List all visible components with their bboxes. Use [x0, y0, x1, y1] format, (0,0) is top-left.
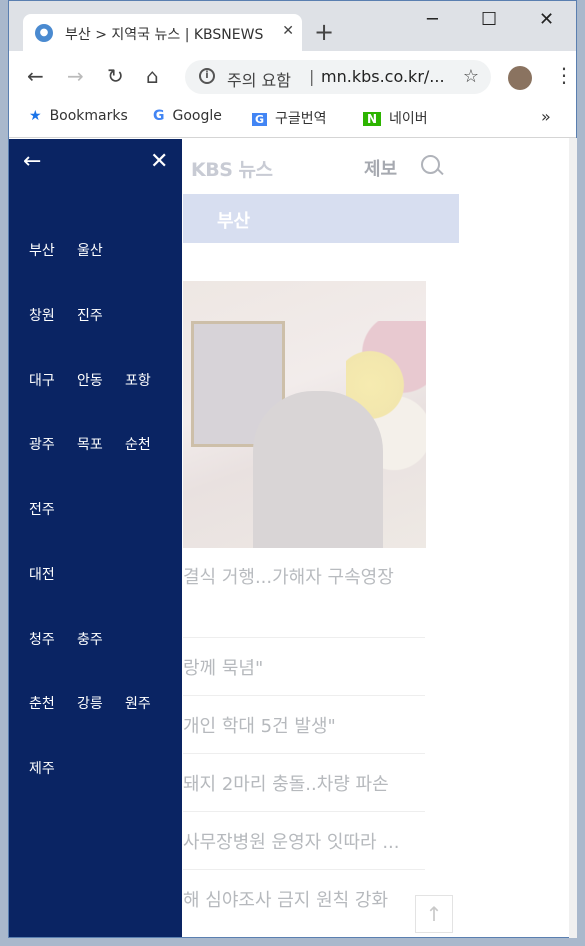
maximize-button[interactable]: ☐	[481, 8, 497, 32]
bookmark-label: 구글번역	[275, 111, 327, 127]
news-list: 랑께 묵념" 개인 학대 5건 발생" 돼지 2마리 충돌..차량 파손 사무장…	[183, 637, 425, 927]
browser-toolbar: ← → ↻ ⌂ i 주의 요함 | mn.kbs.co.kr/... ☆ ⋮	[9, 51, 576, 101]
separator: |	[309, 67, 315, 86]
web-page: KBS 뉴스 제보 부산 결식 거행...가해자 구속영장 랑께 묵념" 개인 …	[9, 139, 576, 937]
kbs-favicon-icon: ●	[35, 24, 53, 42]
bookmark-label: 네이버	[389, 111, 428, 127]
list-item[interactable]: 돼지 2마리 충돌..차량 파손	[183, 753, 425, 811]
bookmark-star-icon[interactable]: ☆	[463, 66, 479, 87]
close-window-button[interactable]: ✕	[539, 8, 554, 32]
star-icon: ★	[29, 108, 42, 124]
naver-icon: N	[363, 112, 382, 126]
browser-tab[interactable]: ● 부산 > 지역국 뉴스 | KBSNEWS ✕	[23, 14, 302, 52]
region-ulsan[interactable]: 울산	[77, 240, 125, 260]
address-bar[interactable]: i 주의 요함 | mn.kbs.co.kr/... ☆	[185, 60, 491, 94]
list-item[interactable]: 랑께 묵념"	[183, 637, 425, 695]
info-icon[interactable]: i	[199, 68, 215, 84]
region-jinju[interactable]: 진주	[77, 305, 125, 325]
background-window-edge	[569, 138, 577, 938]
google-icon: G	[153, 108, 165, 124]
news-photo[interactable]	[183, 281, 426, 548]
tab-close-icon[interactable]: ✕	[282, 23, 294, 39]
title-bar: ● 부산 > 지역국 뉴스 | KBSNEWS ✕ + ─ ☐ ✕	[9, 1, 576, 52]
bookmark-google[interactable]: G Google	[153, 108, 222, 124]
kbs-news-logo[interactable]: KBS 뉴스	[191, 155, 273, 182]
home-button[interactable]: ⌂	[146, 63, 159, 89]
region-row: 춘천 강릉 원주	[29, 693, 173, 713]
security-warning: 주의 요함	[227, 71, 291, 90]
region-row: 청주 충주	[29, 629, 125, 649]
region-cheongju[interactable]: 청주	[29, 629, 77, 649]
bookmark-label: Bookmarks	[49, 108, 128, 124]
region-gangneung[interactable]: 강릉	[77, 693, 125, 713]
menu-kebab-icon[interactable]: ⋮	[554, 63, 574, 87]
reload-button[interactable]: ↻	[107, 63, 124, 89]
list-item[interactable]: 사무장병원 운영자 잇따라 ...	[183, 811, 425, 869]
region-mokpo[interactable]: 목포	[77, 434, 125, 454]
scroll-top-button[interactable]: ↑	[415, 895, 453, 933]
region-title: 부산	[217, 211, 251, 232]
region-jeju[interactable]: 제주	[29, 758, 77, 778]
google-translate-icon: G	[252, 113, 268, 126]
bookmark-bookmarks[interactable]: ★ Bookmarks	[29, 108, 128, 124]
region-row: 전주	[29, 499, 77, 519]
headline[interactable]: 결식 거행...가해자 구속영장	[183, 563, 443, 589]
region-suncheon[interactable]: 순천	[125, 434, 173, 454]
url-text[interactable]: mn.kbs.co.kr/...	[321, 67, 445, 86]
bookmark-naver[interactable]: N 네이버	[363, 108, 428, 128]
region-daejeon[interactable]: 대전	[29, 564, 77, 584]
tab-title: 부산 > 지역국 뉴스 | KBSNEWS	[65, 27, 264, 43]
list-item[interactable]: 개인 학대 5건 발생"	[183, 695, 425, 753]
region-row: 광주 목포 순천	[29, 434, 173, 454]
region-drawer: ← ✕ 부산 울산 창원 진주 대구 안동 포항 광주 목포 순천 전주 대전 청주 충주	[9, 139, 182, 937]
region-row: 대전	[29, 564, 77, 584]
search-icon[interactable]	[421, 155, 440, 174]
forward-button[interactable]: →	[67, 63, 84, 89]
region-busan[interactable]: 부산	[29, 240, 77, 260]
region-daegu[interactable]: 대구	[29, 370, 77, 390]
region-gwangju[interactable]: 광주	[29, 434, 77, 454]
profile-avatar[interactable]	[508, 66, 532, 90]
region-jeonju[interactable]: 전주	[29, 499, 77, 519]
region-row: 제주	[29, 758, 77, 778]
new-tab-button[interactable]: +	[314, 18, 334, 46]
back-button[interactable]: ←	[27, 63, 44, 89]
bookmark-label: Google	[172, 108, 222, 124]
browser-window: ● 부산 > 지역국 뉴스 | KBSNEWS ✕ + ─ ☐ ✕ ← → ↻ …	[8, 0, 577, 938]
bookmarks-more-icon[interactable]: »	[541, 107, 551, 126]
region-row: 창원 진주	[29, 305, 125, 325]
close-icon[interactable]: ✕	[150, 149, 168, 174]
bookmark-translate[interactable]: G 구글번역	[252, 108, 327, 128]
list-item[interactable]: 해 심야조사 금지 원칙 강화	[183, 869, 425, 927]
region-chungju[interactable]: 충주	[77, 629, 125, 649]
region-andong[interactable]: 안동	[77, 370, 125, 390]
minimize-button[interactable]: ─	[427, 8, 438, 32]
back-arrow-icon[interactable]: ←	[23, 149, 41, 174]
region-row: 부산 울산	[29, 240, 125, 260]
region-pohang[interactable]: 포항	[125, 370, 173, 390]
region-row: 대구 안동 포항	[29, 370, 173, 390]
tip-link[interactable]: 제보	[364, 155, 397, 181]
region-chuncheon[interactable]: 춘천	[29, 693, 77, 713]
region-changwon[interactable]: 창원	[29, 305, 77, 325]
bookmarks-bar: ★ Bookmarks G Google G 구글번역 N 네이버 »	[9, 101, 576, 138]
region-wonju[interactable]: 원주	[125, 693, 173, 713]
region-bar: 부산	[183, 194, 459, 243]
mourner-figure	[253, 391, 383, 548]
